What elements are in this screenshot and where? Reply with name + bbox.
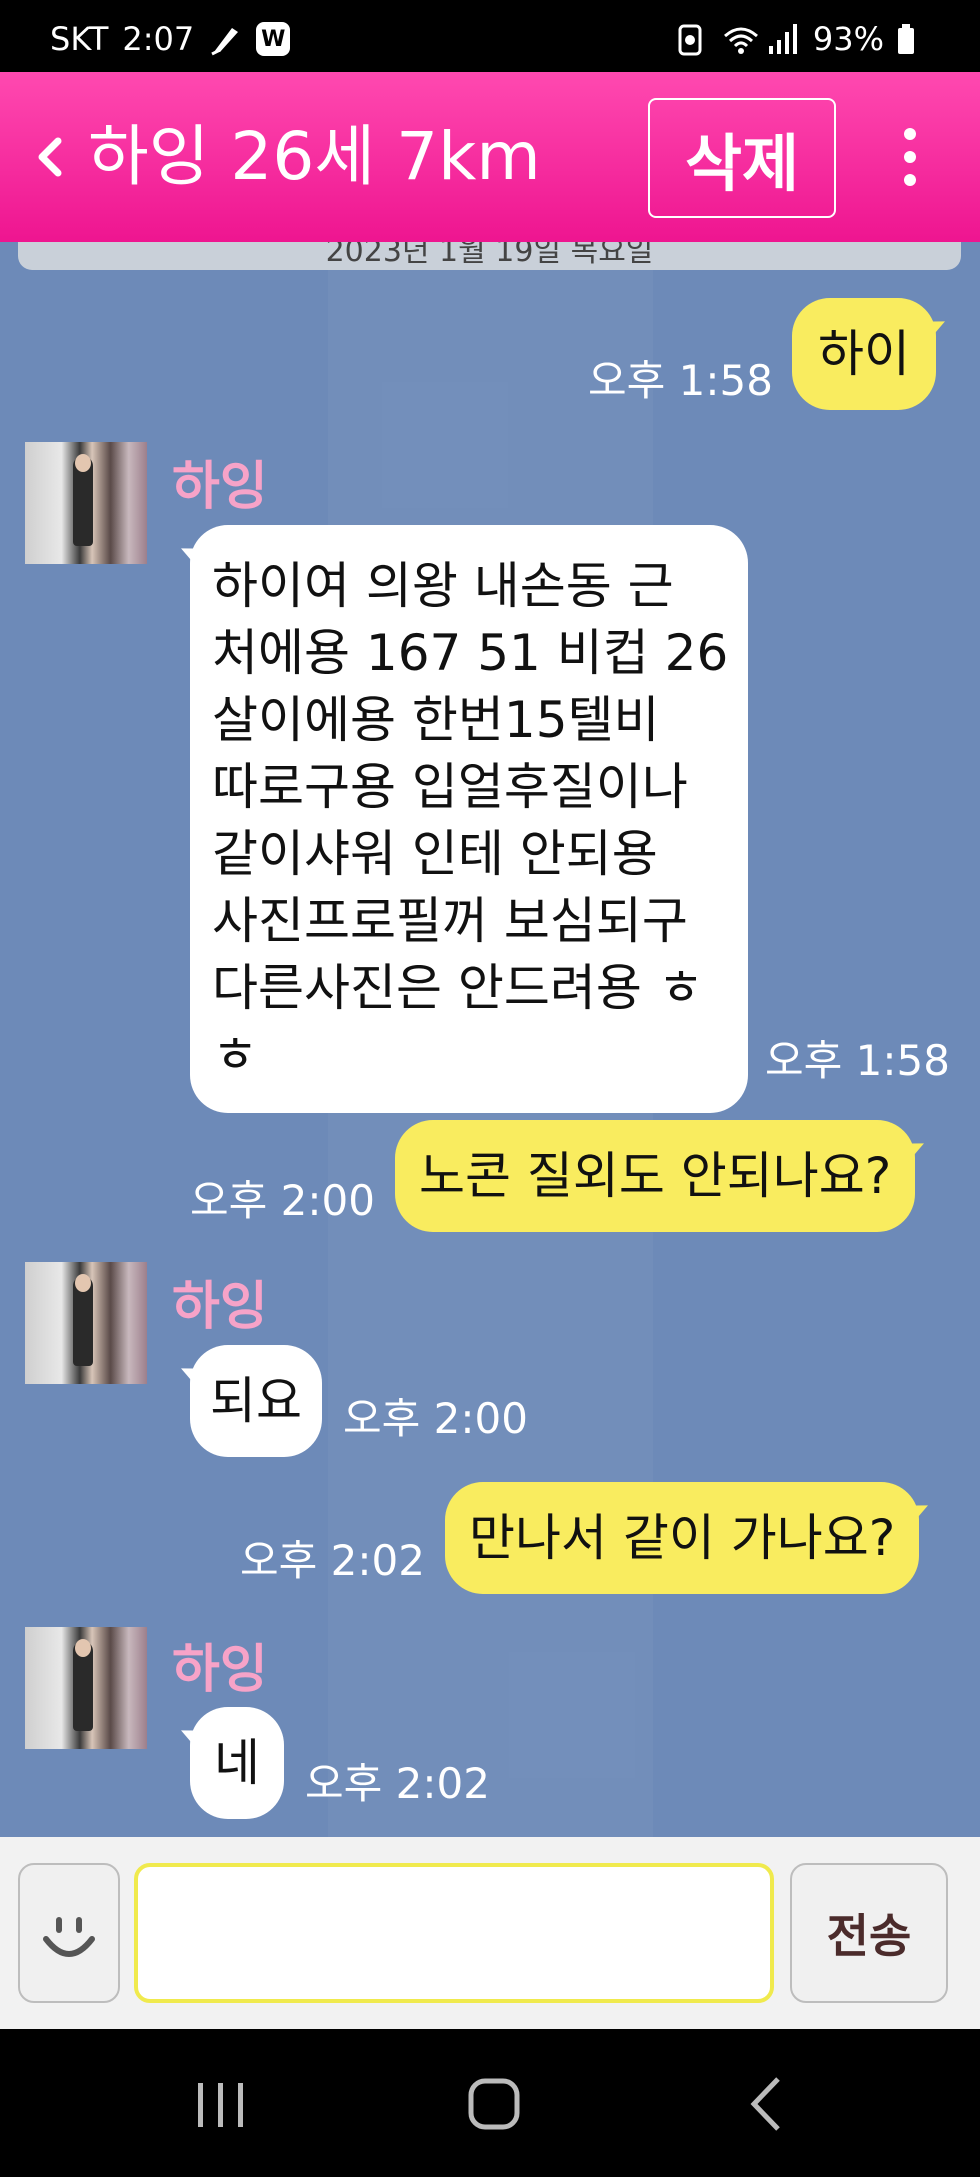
- signal-icon: [767, 22, 801, 56]
- message-line: 사진프로필꺼 보심되구: [212, 892, 688, 950]
- battery-percent: 93%: [812, 20, 884, 58]
- wifi-icon: [721, 22, 758, 56]
- clock: 2:07: [122, 20, 195, 58]
- message-input-bar: 전송: [0, 1837, 980, 2029]
- avatar[interactable]: [25, 442, 147, 564]
- message-time: 오후 2:00: [343, 1394, 528, 1443]
- chat-title: 하잉 26세 7km: [88, 118, 541, 195]
- data-saver-icon: [675, 22, 709, 56]
- their-message-bubble[interactable]: 되요: [190, 1345, 322, 1457]
- home-icon[interactable]: [455, 2069, 535, 2139]
- recent-apps-icon[interactable]: [180, 2069, 260, 2139]
- my-message-bubble[interactable]: 만나서 같이 가나요?: [445, 1482, 920, 1594]
- status-bar: SKT 2:07 W 93%: [0, 0, 980, 72]
- message-time: 오후 1:58: [765, 1036, 950, 1085]
- their-message-bubble[interactable]: 하이여 의왕 내손동 근 처에용 167 51 비컵 26 살이에용 한번15텔…: [190, 525, 748, 1113]
- message-line: ㅎ: [212, 1026, 258, 1084]
- my-message-bubble[interactable]: 노콘 질외도 안되나요?: [395, 1120, 916, 1232]
- their-message-bubble[interactable]: 네: [190, 1707, 284, 1819]
- message-time: 오후 1:58: [588, 356, 773, 405]
- message-line: 살이에용 한번15텔비: [212, 691, 660, 749]
- battery-icon: [896, 22, 930, 56]
- send-button[interactable]: 전송: [790, 1863, 948, 2003]
- notification-badge: W: [256, 22, 291, 56]
- message-line: 다른사진은 안드려용 ㅎ: [212, 959, 704, 1017]
- message-input[interactable]: [134, 1863, 774, 2003]
- chat-area[interactable]: 2023년 1월 19일 목요일 오후 1:58 하이 하잉 하이여 의왕 내손…: [0, 242, 980, 1837]
- system-nav-bar: [0, 2029, 980, 2177]
- message-line: 따로구용 입얼후질이나: [212, 758, 688, 816]
- message-line: 같이샤워 인테 안되용: [212, 825, 658, 883]
- message-time: 오후 2:02: [240, 1536, 425, 1585]
- sender-name: 하잉: [172, 1277, 268, 1337]
- back-arrow-icon[interactable]: [30, 127, 70, 187]
- my-message-bubble[interactable]: 하이: [792, 298, 936, 410]
- back-nav-icon[interactable]: [730, 2069, 810, 2139]
- avatar[interactable]: [25, 1627, 147, 1749]
- message-line: 하이여 의왕 내손동 근: [212, 557, 674, 615]
- smiley-icon: [43, 1917, 95, 1957]
- more-menu-icon[interactable]: [890, 122, 930, 192]
- carrier-label: SKT: [50, 20, 109, 58]
- sender-name: 하잉: [172, 1640, 268, 1700]
- sender-name: 하잉: [172, 457, 268, 517]
- emoticon-button[interactable]: [18, 1863, 120, 2003]
- chat-header: 하잉 26세 7km 삭제: [0, 72, 980, 242]
- message-time: 오후 2:00: [190, 1176, 375, 1225]
- message-time: 오후 2:02: [305, 1759, 490, 1808]
- date-banner: 2023년 1월 19일 목요일: [18, 242, 961, 270]
- delete-button[interactable]: 삭제: [648, 98, 836, 218]
- message-line: 처에용 167 51 비컵 26: [212, 624, 729, 682]
- avatar[interactable]: [25, 1262, 147, 1384]
- feather-icon: [208, 22, 242, 56]
